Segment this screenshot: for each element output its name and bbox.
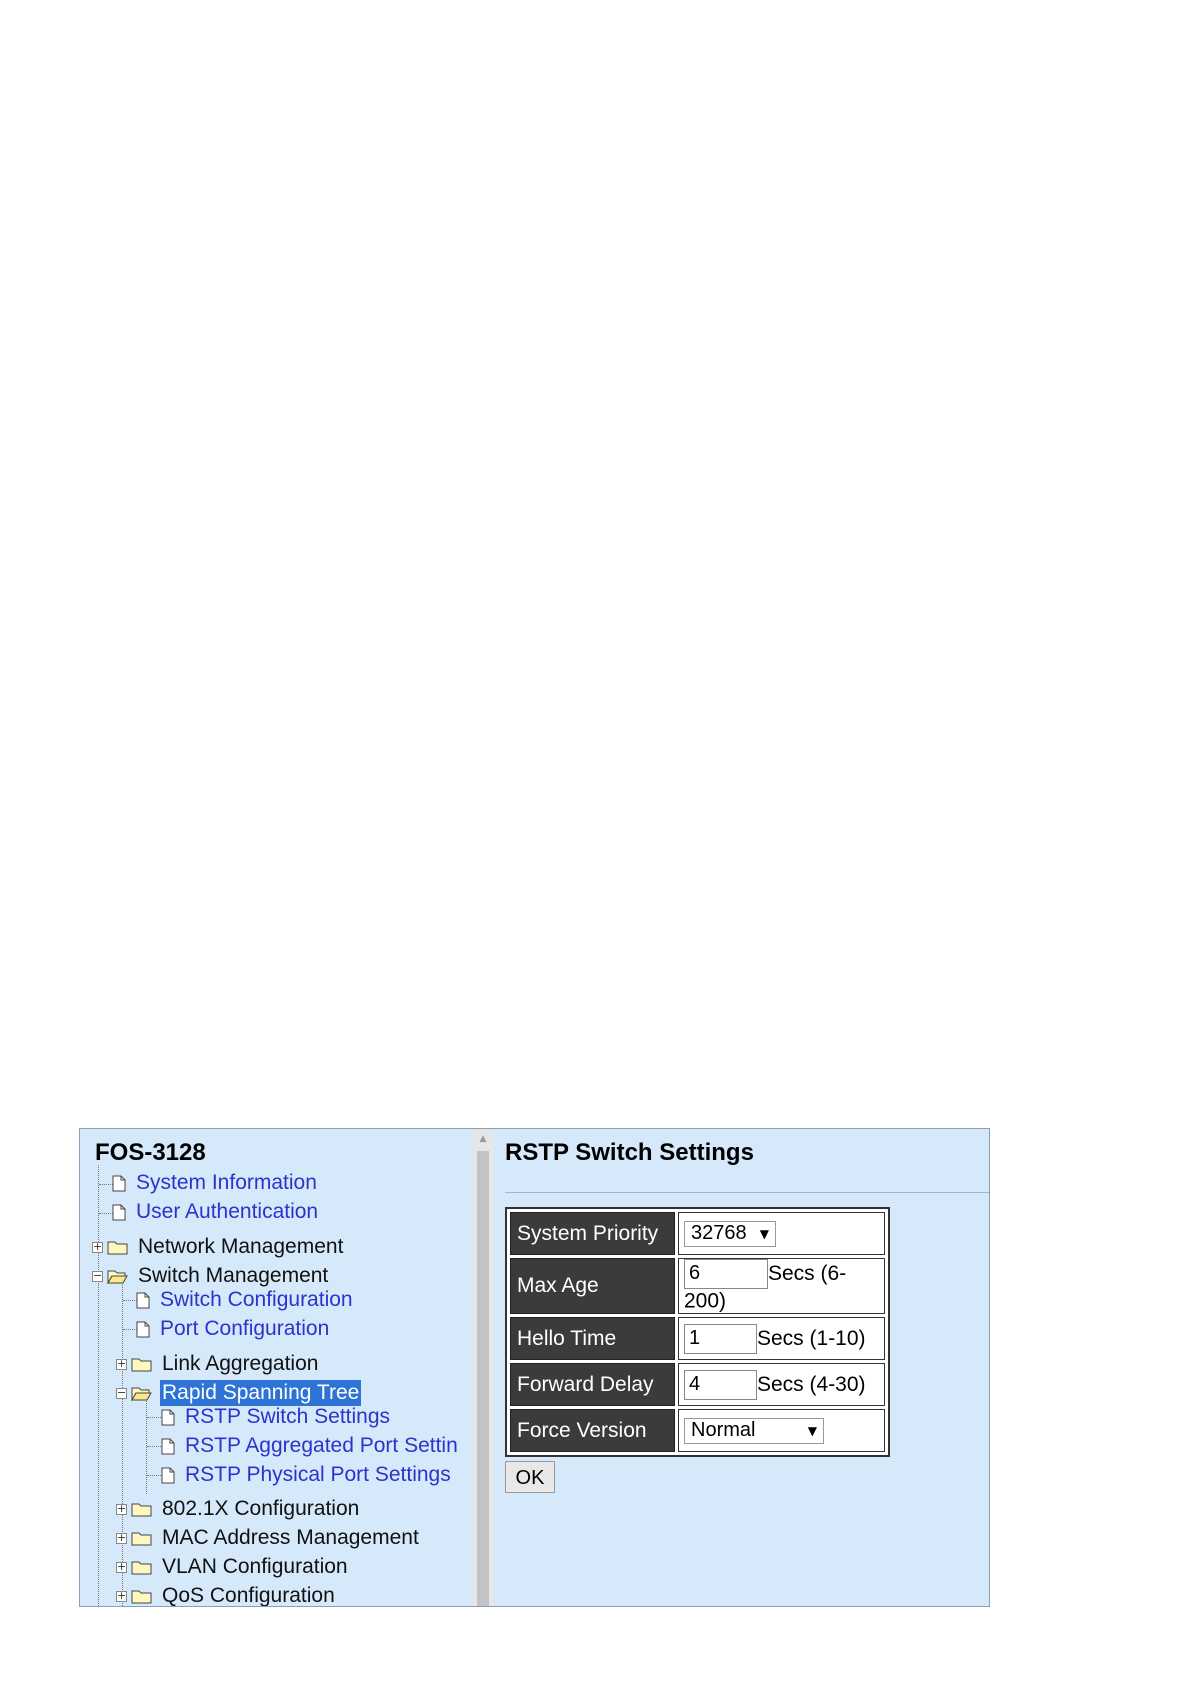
chevron-down-icon: ▼ <box>759 1226 769 1241</box>
forward-delay-label: Forward Delay <box>510 1363 675 1407</box>
max-age-input[interactable]: 6 <box>684 1259 768 1289</box>
tree-item-rstp-switch-settings[interactable]: RSTP Switch Settings <box>161 1403 392 1431</box>
tree-folder-network-management[interactable]: + Network Management <box>92 1233 345 1261</box>
tree-folder-qos-configuration[interactable]: + QoS Configuration <box>116 1582 337 1606</box>
tree-branch <box>123 1329 137 1330</box>
folder-icon <box>131 1590 152 1604</box>
row-system-priority: System Priority 32768 ▼ <box>510 1212 885 1255</box>
tree-branch <box>147 1475 161 1476</box>
folder-icon <box>131 1532 152 1546</box>
tree-item-label: MAC Address Management <box>162 1526 419 1549</box>
plus-box-icon[interactable]: + <box>116 1503 127 1515</box>
hello-time-input[interactable]: 1 <box>684 1323 757 1354</box>
plus-box-icon[interactable]: + <box>92 1241 103 1253</box>
folder-icon <box>131 1503 152 1517</box>
tree-item-label: QoS Configuration <box>162 1584 335 1606</box>
tree-branch <box>99 1213 113 1214</box>
minus-box-icon[interactable]: − <box>116 1387 127 1399</box>
document-icon <box>136 1292 150 1308</box>
hello-time-unit: Secs (1-10) <box>757 1326 866 1350</box>
system-priority-select[interactable]: 32768 ▼ <box>684 1220 776 1247</box>
hello-time-label: Hello Time <box>510 1317 675 1361</box>
tree-folder-802-1x-configuration[interactable]: + 802.1X Configuration <box>116 1495 361 1523</box>
row-max-age: Max Age 6 Secs (6-200) <box>510 1258 885 1315</box>
device-title: FOS-3128 <box>95 1139 206 1166</box>
title-divider <box>505 1192 989 1193</box>
plus-box-icon[interactable]: + <box>116 1358 127 1370</box>
tree-item-label: RSTP Physical Port Settings <box>185 1463 451 1486</box>
switch-web-ui-frame: FOS-3128 System Information User Authent… <box>79 1128 990 1607</box>
tree-item-label: RSTP Aggregated Port Settin <box>185 1434 458 1457</box>
plus-box-icon[interactable]: + <box>116 1532 127 1544</box>
tree-branch <box>99 1184 113 1185</box>
hello-time-cell: 1 Secs (1-10) <box>678 1317 885 1361</box>
force-version-label: Force Version <box>510 1409 675 1453</box>
tree-folder-mac-address-management[interactable]: + MAC Address Management <box>116 1524 421 1552</box>
open-folder-icon <box>131 1387 152 1401</box>
forward-delay-cell: 4 Secs (4-30) <box>678 1363 885 1407</box>
folder-icon <box>131 1358 152 1372</box>
tree-item-rstp-physical-port-settings[interactable]: RSTP Physical Port Settings <box>161 1461 453 1489</box>
tree-item-port-configuration[interactable]: Port Configuration <box>136 1315 331 1343</box>
tree-folder-vlan-configuration[interactable]: + VLAN Configuration <box>116 1553 350 1581</box>
scroll-up-arrow-icon[interactable]: ▲ <box>473 1129 493 1149</box>
tree-item-rstp-aggregated-port-settings[interactable]: RSTP Aggregated Port Settin <box>161 1432 460 1460</box>
tree-item-label: RSTP Switch Settings <box>185 1405 391 1428</box>
tree-item-label: Switch Configuration <box>160 1288 353 1311</box>
navigation-tree: FOS-3128 System Information User Authent… <box>80 1129 473 1606</box>
chevron-down-icon: ▼ <box>807 1423 817 1438</box>
system-priority-value: 32768 <box>691 1222 747 1244</box>
tree-guide-root <box>98 1165 99 1606</box>
document-icon <box>112 1204 126 1220</box>
document-icon <box>161 1409 175 1425</box>
ok-button[interactable]: OK <box>505 1461 555 1493</box>
plus-box-icon[interactable]: + <box>116 1561 127 1573</box>
tree-item-label: System Information <box>136 1171 317 1194</box>
document-icon <box>112 1175 126 1191</box>
tree-item-label: Link Aggregation <box>162 1352 319 1375</box>
document-icon <box>136 1321 150 1337</box>
page-title: RSTP Switch Settings <box>505 1139 754 1166</box>
tree-item-system-information[interactable]: System Information <box>112 1169 319 1197</box>
open-folder-icon <box>107 1270 128 1284</box>
tree-item-user-authentication[interactable]: User Authentication <box>112 1198 320 1226</box>
force-version-value: Normal <box>691 1419 756 1442</box>
document-icon <box>161 1438 175 1454</box>
tree-item-label: Network Management <box>138 1235 344 1258</box>
tree-branch <box>147 1417 161 1418</box>
row-hello-time: Hello Time 1 Secs (1-10) <box>510 1317 885 1361</box>
max-age-label: Max Age <box>510 1258 675 1315</box>
folder-icon <box>131 1561 152 1575</box>
tree-item-label: Port Configuration <box>160 1317 330 1340</box>
tree-branch <box>147 1446 161 1447</box>
plus-box-icon[interactable]: + <box>116 1590 127 1602</box>
max-age-cell: 6 Secs (6-200) <box>678 1258 885 1315</box>
forward-delay-unit: Secs (4-30) <box>757 1372 866 1396</box>
scroll-thumb[interactable] <box>477 1151 489 1606</box>
system-priority-label: System Priority <box>510 1212 675 1255</box>
tree-item-label: VLAN Configuration <box>162 1555 348 1578</box>
minus-box-icon[interactable]: − <box>92 1270 103 1282</box>
tree-branch <box>123 1300 137 1301</box>
document-icon <box>161 1467 175 1483</box>
row-forward-delay: Forward Delay 4 Secs (4-30) <box>510 1363 885 1407</box>
force-version-select[interactable]: Normal ▼ <box>684 1417 824 1444</box>
main-content: RSTP Switch Settings System Priority 327… <box>493 1129 989 1606</box>
folder-icon <box>107 1241 128 1255</box>
forward-delay-input[interactable]: 4 <box>684 1369 757 1400</box>
tree-item-switch-configuration[interactable]: Switch Configuration <box>136 1286 355 1314</box>
tree-scrollbar[interactable]: ▲ <box>473 1129 493 1606</box>
tree-item-label: 802.1X Configuration <box>162 1497 360 1520</box>
system-priority-cell: 32768 ▼ <box>678 1212 885 1255</box>
tree-item-label: User Authentication <box>136 1200 319 1223</box>
tree-folder-link-aggregation[interactable]: + Link Aggregation <box>116 1350 320 1378</box>
row-force-version: Force Version Normal ▼ <box>510 1409 885 1453</box>
force-version-cell: Normal ▼ <box>678 1409 885 1453</box>
rstp-settings-table: System Priority 32768 ▼ Max Age 6 Secs (6… <box>505 1207 890 1458</box>
